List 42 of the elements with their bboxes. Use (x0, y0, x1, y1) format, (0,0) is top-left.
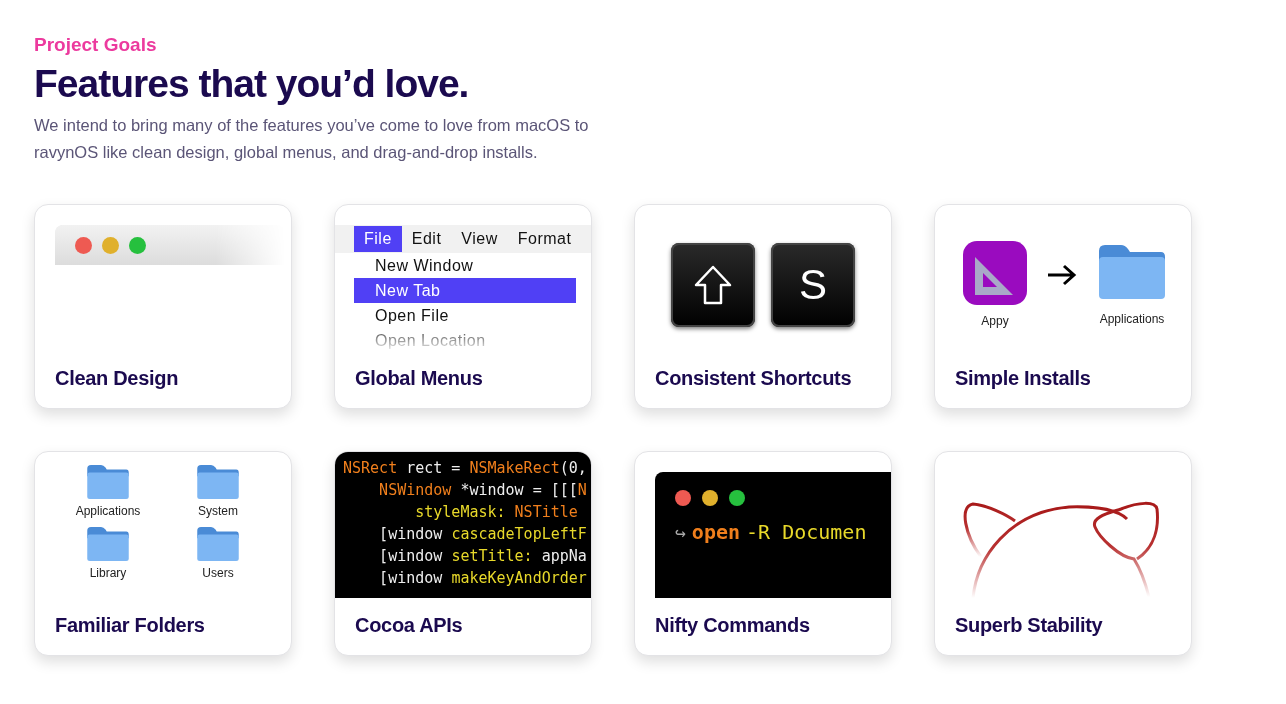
folder-icon (196, 462, 240, 502)
card-title: Clean Design (55, 367, 180, 390)
folder-icon (86, 462, 130, 502)
menu-title[interactable]: Format (507, 226, 582, 252)
app-label: Appy (981, 314, 1009, 328)
card-title: Global Menus (355, 367, 484, 390)
arrow-icon (1046, 263, 1078, 287)
card-title: Consistent Shortcuts (655, 367, 853, 390)
code-line: NSWindow *window = [[[N (378, 480, 588, 501)
folder-label: Library (89, 566, 127, 580)
command-line: ↪ open -R Documen (674, 519, 868, 544)
page-heading: Features that you’d love. (34, 62, 470, 106)
card-title: Superb Stability (955, 614, 1104, 637)
minimize-dot-icon (702, 490, 718, 506)
shift-key-icon (671, 243, 755, 327)
code-line: [window setTitle: appNa (378, 546, 588, 567)
set-square-app-icon (963, 241, 1027, 305)
close-dot-icon (675, 490, 691, 506)
card-title: Familiar Folders (55, 614, 206, 637)
code-line: NSRect rect = NSMakeRect(0, (343, 458, 588, 479)
card-title: Nifty Commands (655, 614, 811, 637)
code-line: styleMask: NSTitle (414, 502, 579, 523)
zoom-dot-icon (729, 490, 745, 506)
code-line: [window makeKeyAndOrder (378, 568, 588, 589)
folder-label: System (198, 504, 238, 518)
intro-paragraph: We intend to bring many of the features you’ve come to love from macOS to ravynOS like clean design, global menus, and drag-and-drop installs. (34, 115, 590, 163)
menu-item[interactable]: Open File (354, 303, 576, 328)
menu-title[interactable]: Edit (401, 226, 452, 252)
folder-icon (196, 524, 240, 564)
code-line: [window cascadeTopLeftF (378, 524, 588, 545)
menu-title[interactable]: File (354, 226, 402, 252)
keyboard-key: S (771, 243, 855, 327)
menu-title[interactable]: View (451, 226, 508, 252)
folder-label: Users (202, 566, 234, 580)
folder-label: Applications (75, 504, 141, 518)
folder-icon (86, 524, 130, 564)
menu-item[interactable]: New Tab (354, 278, 576, 303)
card-title: Cocoa APIs (355, 614, 464, 637)
section-label: Project Goals (34, 34, 158, 56)
menu-item[interactable]: New Window (354, 253, 576, 278)
folder-label: Applications (1099, 312, 1165, 326)
card-title: Simple Installs (955, 367, 1092, 390)
